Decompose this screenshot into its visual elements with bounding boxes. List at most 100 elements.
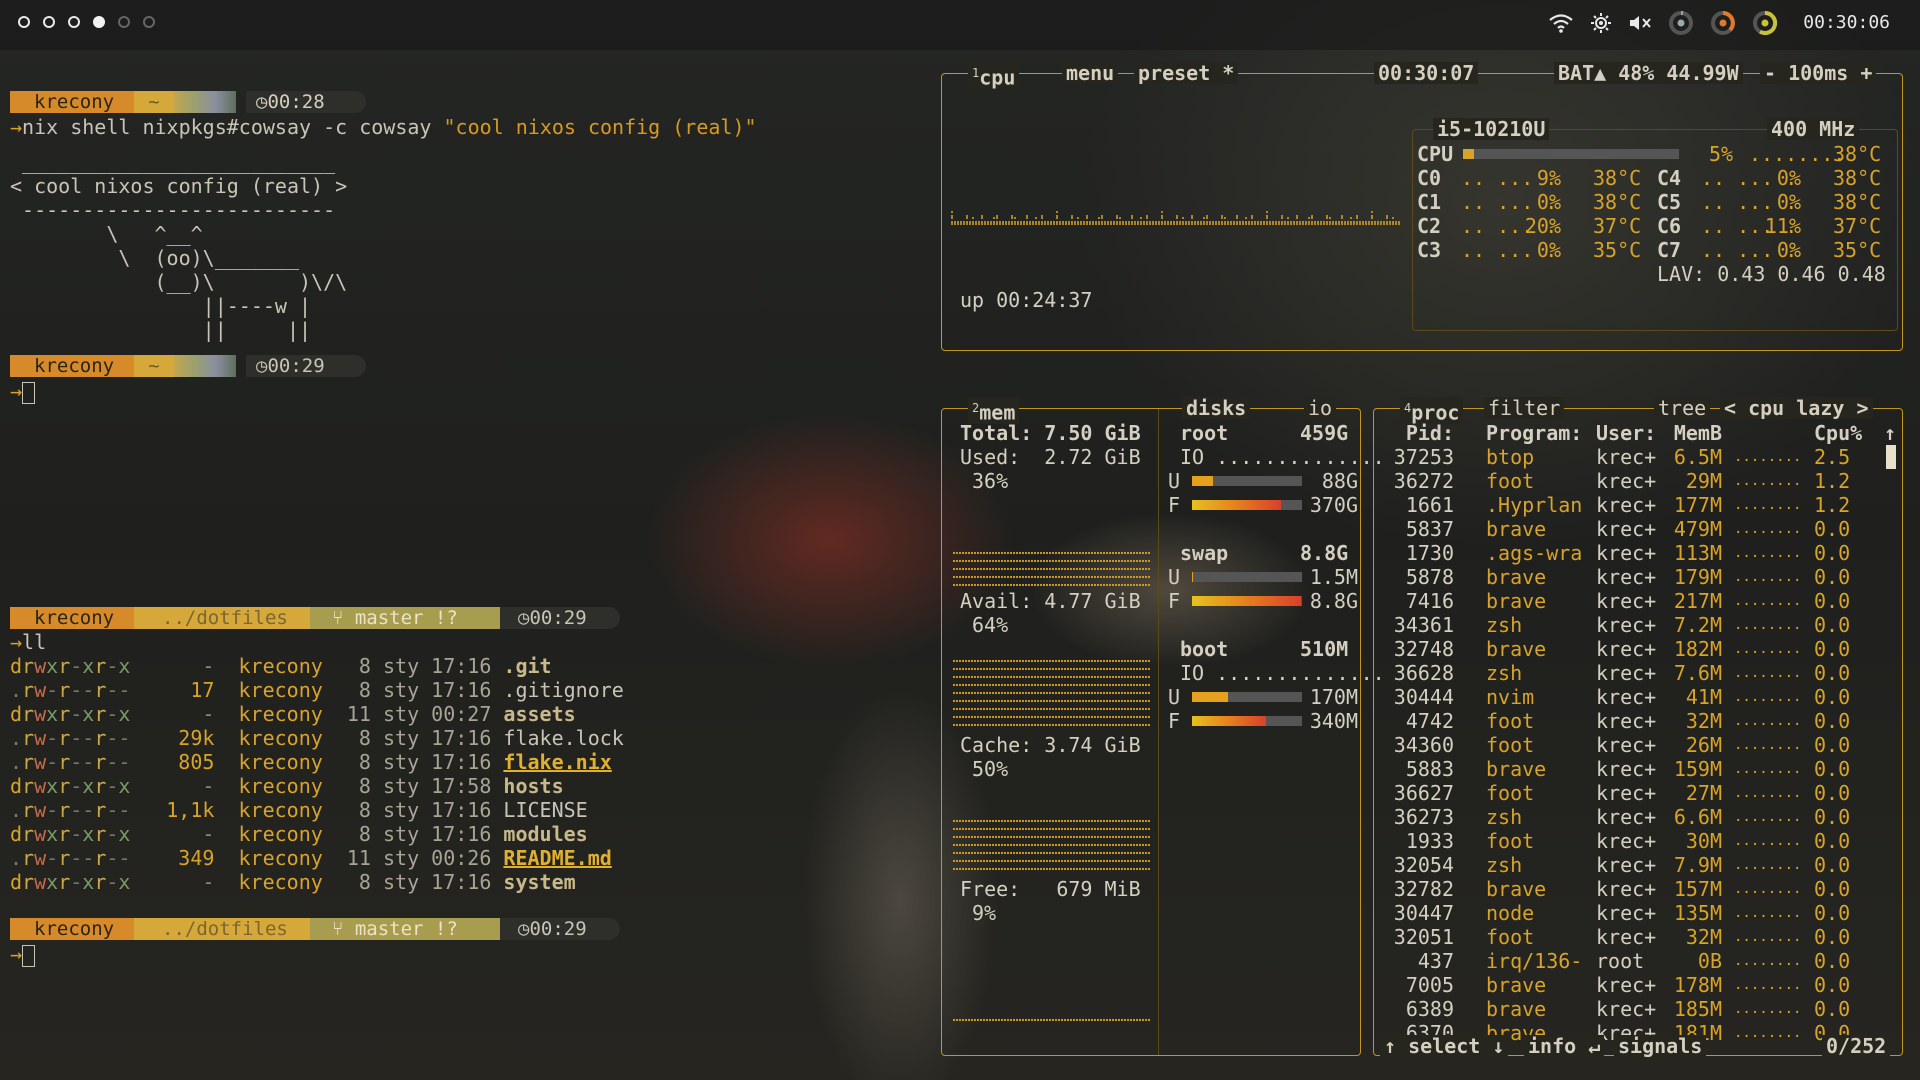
file-owner: krecony [226,750,323,774]
proc-cpu-graph: ........ [1734,521,1802,537]
table-row[interactable]: 32051 foot krec+ 32M 0.0........ [1374,925,1884,949]
git-branch-icon: ⑂ [332,607,344,629]
prompt-dir: ../dotfiles [134,607,310,629]
disk-used-label: U [1168,469,1181,493]
tree-toggle[interactable]: tree [1654,397,1711,419]
file-name[interactable]: flake.lock [503,726,623,750]
battery-ring-icon[interactable] [1752,10,1778,41]
file-name[interactable]: hosts [503,774,563,798]
wifi-icon[interactable] [1548,13,1574,38]
disks-title[interactable]: disks [1182,397,1251,419]
column-header[interactable]: MemB [1664,421,1722,445]
mute-icon[interactable] [1628,13,1652,38]
proc-cpu-percent: 0.0 [1814,781,1851,805]
proc-cpu-percent: 0.0 [1814,517,1851,541]
table-row[interactable]: 37253 btop krec+ 6.5M 2.5........ [1374,445,1884,469]
cpu-ring-icon[interactable] [1668,10,1694,41]
column-header[interactable]: User: [1596,421,1656,445]
io-toggle[interactable]: io [1304,397,1337,419]
file-name[interactable]: modules [503,822,587,846]
file-name[interactable]: .gitignore [503,678,623,702]
clock: 00:30:06 [1803,12,1890,33]
file-date: 8 sty 17:58 [322,774,504,798]
file-name[interactable]: flake.nix [503,750,611,774]
file-name[interactable]: README.md [503,846,611,870]
ram-ring-icon[interactable] [1710,10,1736,41]
table-row[interactable]: 1730 .ags-wra krec+ 113M 0.0........ [1374,541,1884,565]
workspace-3[interactable] [68,16,80,28]
workspace-5[interactable] [118,16,130,28]
proc-pid: 4742 [1405,709,1454,733]
info-control[interactable]: info ↵ [1524,1035,1605,1057]
disk-used-bar [1192,476,1302,486]
table-row[interactable]: 437 irq/136- root 0B 0.0........ [1374,949,1884,973]
column-header[interactable]: Program: [1486,421,1586,445]
select-control[interactable]: ↑ select ↓ [1380,1035,1509,1057]
menu-button[interactable]: menu [1062,62,1119,84]
workspace-1[interactable] [18,16,30,28]
table-row[interactable]: 36272 foot krec+ 29M 1.2........ [1374,469,1884,493]
prompt-arrow-icon: → [10,115,23,139]
proc-user: krec+ [1596,757,1657,781]
table-row[interactable]: 7005 brave krec+ 178M 0.0........ [1374,973,1884,997]
table-row[interactable]: 32054 zsh krec+ 7.9M 0.0........ [1374,853,1884,877]
table-row[interactable]: 5837 brave krec+ 479M 0.0........ [1374,517,1884,541]
command-line-2[interactable]: → [10,379,36,404]
list-item: .rw-r--r-- 29k krecony 8 sty 17:16 flake… [10,726,624,750]
cowsay-line: \ (oo)\_______ [10,246,299,270]
table-row[interactable]: 36627 foot krec+ 27M 0.0........ [1374,781,1884,805]
table-row[interactable]: 34361 zsh krec+ 7.2M 0.0........ [1374,613,1884,637]
table-row[interactable]: 32748 brave krec+ 182M 0.0........ [1374,637,1884,661]
file-name[interactable]: LICENSE [503,798,587,822]
clock-icon: ◷ [256,91,268,113]
disk-size: 510M [1300,637,1349,661]
table-row[interactable]: 5878 brave krec+ 179M 0.0........ [1374,565,1884,589]
proc-program: .ags-wra [1486,541,1583,565]
table-row[interactable]: 1661 .Hyprlan krec+ 177M 1.2........ [1374,493,1884,517]
workspace-6[interactable] [143,16,155,28]
proc-memory: 32M [1685,709,1722,733]
table-row[interactable]: 5883 brave krec+ 159M 0.0........ [1374,757,1884,781]
mem-box-title[interactable]: 2mem [968,397,1020,424]
filter-button[interactable]: filter [1484,397,1565,419]
disk-used-label: U [1168,565,1181,589]
proc-cpu-graph: ........ [1734,881,1802,897]
cowsay-line: __________________________ [10,150,336,174]
scrollbar-thumb[interactable] [1886,445,1896,469]
command-line-4[interactable]: → [10,942,36,967]
file-name[interactable]: .git [503,654,551,678]
table-row[interactable]: 7416 brave krec+ 217M 0.0........ [1374,589,1884,613]
preset-button[interactable]: preset * [1134,62,1239,84]
table-row[interactable]: 6389 brave krec+ 185M 0.0........ [1374,997,1884,1021]
table-row[interactable]: 30444 nvim krec+ 41M 0.0........ [1374,685,1884,709]
table-row[interactable]: 32782 brave krec+ 157M 0.0........ [1374,877,1884,901]
proc-program: btop [1486,445,1535,469]
table-row[interactable]: 30447 node krec+ 135M 0.0........ [1374,901,1884,925]
file-name[interactable]: assets [503,702,575,726]
proc-cpu-percent: 0.0 [1814,853,1851,877]
update-interval[interactable]: - 100ms + [1760,62,1877,84]
cpu-box: 1cpu menu preset * 00:30:07 BAT▲ 48% 44.… [941,62,1903,351]
column-header[interactable]: Pid: [1378,421,1454,445]
file-name[interactable]: system [503,870,575,894]
proc-cpu-graph: ........ [1734,617,1802,633]
table-row[interactable]: 1933 foot krec+ 30M 0.0........ [1374,829,1884,853]
table-row[interactable]: 36273 zsh krec+ 6.6M 0.0........ [1374,805,1884,829]
proc-box-title[interactable]: 4proc [1400,397,1464,424]
proc-memory: 32M [1685,925,1722,949]
table-row[interactable]: 34360 foot krec+ 26M 0.0........ [1374,733,1884,757]
disk-name: boot [1180,637,1229,661]
signals-control[interactable]: signals [1614,1035,1707,1057]
prompt-time: ◷00:29 [246,355,366,377]
brightness-icon[interactable] [1590,12,1612,39]
sort-selector[interactable]: < cpu lazy > [1720,397,1873,419]
cpu-box-title[interactable]: 1cpu [968,62,1020,89]
disk-name: root [1180,421,1229,445]
workspace-4[interactable] [93,16,105,28]
column-header[interactable]: Cpu% [1814,421,1884,445]
table-row[interactable]: 4742 foot krec+ 32M 0.0........ [1374,709,1884,733]
disk-io: IO .............. [1180,661,1385,685]
workspace-2[interactable] [43,16,55,28]
proc-cpu-percent: 0.0 [1814,565,1851,589]
table-row[interactable]: 36628 zsh krec+ 7.6M 0.0........ [1374,661,1884,685]
